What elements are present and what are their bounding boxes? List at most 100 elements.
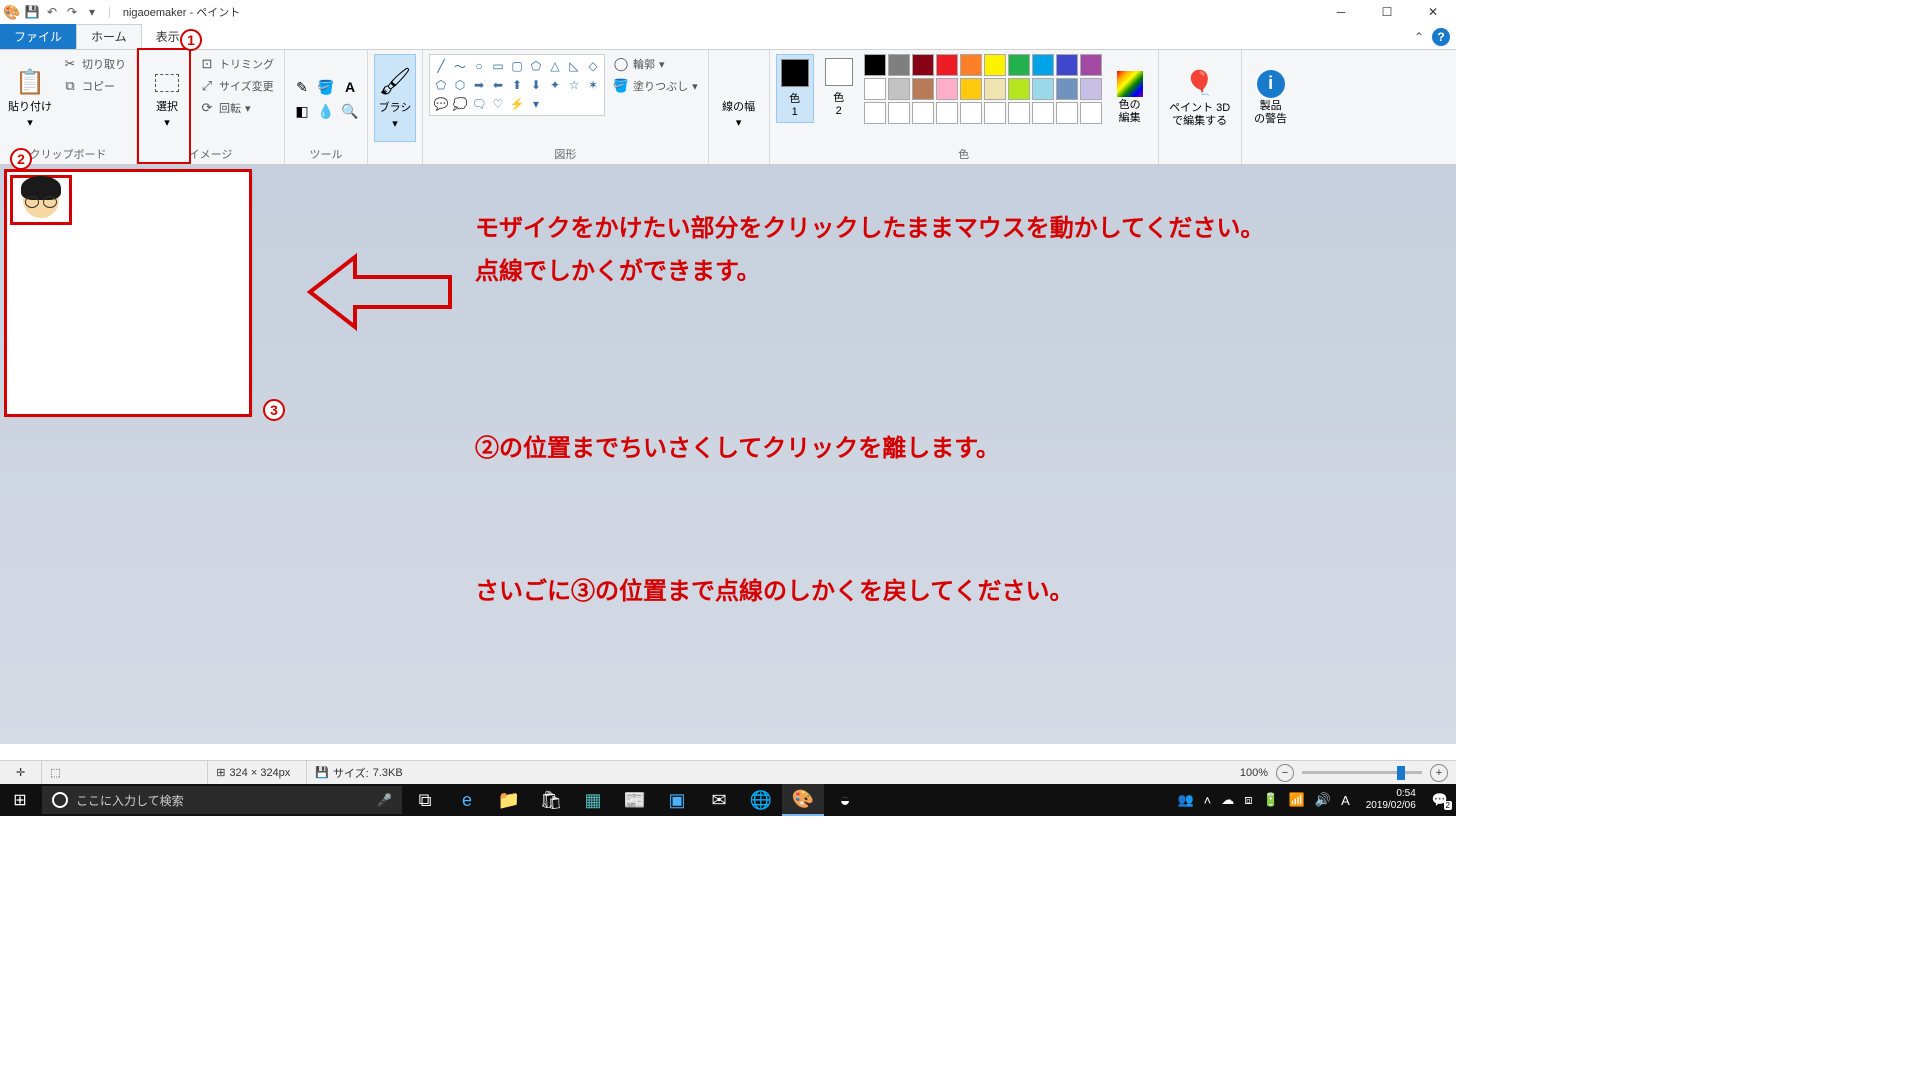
maximize-button[interactable]: ☐ <box>1364 0 1410 24</box>
color-swatch[interactable] <box>936 54 958 76</box>
outline-button[interactable]: ◯輪郭▾ <box>609 54 702 74</box>
tab-home[interactable]: ホーム <box>76 24 142 49</box>
edit-colors-button[interactable]: 色の 編集 <box>1108 54 1152 142</box>
color-swatch[interactable] <box>1080 78 1102 100</box>
save-icon[interactable]: 💾 <box>24 4 40 20</box>
help-icon[interactable]: ? <box>1432 28 1450 46</box>
color-swatch[interactable] <box>1080 54 1102 76</box>
paint3d-button[interactable]: 🎈 ペイント 3D で編集する <box>1165 54 1235 142</box>
shape-more[interactable]: ▾ <box>527 95 545 113</box>
color-swatch[interactable] <box>1056 54 1078 76</box>
shape-5star[interactable]: ☆ <box>565 76 583 94</box>
start-button[interactable]: ⊞ <box>0 784 40 816</box>
color-swatch-empty[interactable] <box>912 102 934 124</box>
color-swatch[interactable] <box>1008 54 1030 76</box>
color-swatch-empty[interactable] <box>864 102 886 124</box>
color-swatch[interactable] <box>936 78 958 100</box>
photos-icon[interactable]: ▣ <box>656 784 698 816</box>
text-tool[interactable]: A <box>339 76 361 98</box>
rotate-button[interactable]: ⟳回転▾ <box>195 98 278 118</box>
picker-tool[interactable]: 💧 <box>315 100 337 122</box>
explorer-icon[interactable]: 📁 <box>488 784 530 816</box>
people-icon[interactable]: 👥 <box>1177 792 1193 808</box>
shape-rarrow[interactable]: ➡ <box>470 76 488 94</box>
edge-icon[interactable]: e <box>446 784 488 816</box>
paste-button[interactable]: 📋 貼り付け ▾ <box>6 54 54 142</box>
paint-taskbar-icon[interactable]: 🎨 <box>782 784 824 816</box>
color1-slot[interactable]: 色 1 <box>776 54 814 123</box>
wifi-icon[interactable]: 📶 <box>1289 792 1305 808</box>
shape-roundrect[interactable]: ▢ <box>508 57 526 75</box>
close-button[interactable]: ✕ <box>1410 0 1456 24</box>
magnifier-tool[interactable]: 🔍 <box>339 100 361 122</box>
color-swatch[interactable] <box>1008 78 1030 100</box>
clock[interactable]: 0:54 2019/02/06 <box>1360 788 1422 812</box>
color-swatch[interactable] <box>1032 54 1054 76</box>
store-icon[interactable]: 🛍 <box>530 784 572 816</box>
shape-oval[interactable]: ○ <box>470 57 488 75</box>
chrome-icon[interactable]: 🌐 <box>740 784 782 816</box>
dropbox-icon[interactable]: ⧈ <box>1244 792 1252 808</box>
shape-polygon[interactable]: ⬠ <box>527 57 545 75</box>
shape-uarrow[interactable]: ⬆ <box>508 76 526 94</box>
color-swatch-empty[interactable] <box>1056 102 1078 124</box>
zoom-out-button[interactable]: − <box>1276 764 1294 782</box>
notification-icon[interactable]: 💬2 <box>1432 792 1448 808</box>
shapes-gallery[interactable]: ╱ 〜 ○ ▭ ▢ ⬠ △ ◺ ◇ ⬠ ⬡ ➡ ⬅ ⬆ ⬇ ✦ ☆ <box>429 54 605 116</box>
select-button[interactable]: 選択 ▾ <box>143 54 191 142</box>
shape-larrow[interactable]: ⬅ <box>489 76 507 94</box>
app-icon-1[interactable]: ▦ <box>572 784 614 816</box>
shape-heart[interactable]: ♡ <box>489 95 507 113</box>
volume-icon[interactable]: 🔊 <box>1315 792 1331 808</box>
shape-curve[interactable]: 〜 <box>451 57 469 75</box>
shape-line[interactable]: ╱ <box>432 57 450 75</box>
task-view-button[interactable]: ⧉ <box>404 784 446 816</box>
eraser-tool[interactable]: ◧ <box>291 100 313 122</box>
minimize-button[interactable]: ─ <box>1318 0 1364 24</box>
copy-button[interactable]: ⧉コピー <box>58 76 130 96</box>
color-swatch[interactable] <box>888 54 910 76</box>
zoom-slider[interactable] <box>1302 771 1422 774</box>
ime-icon[interactable]: A <box>1341 793 1350 808</box>
color-swatch-empty[interactable] <box>1080 102 1102 124</box>
tab-file[interactable]: ファイル <box>0 24 76 49</box>
battery-icon[interactable]: 🔋 <box>1263 792 1279 808</box>
canvas-area[interactable]: 3 モザイクをかけたい部分をクリックしたままマウスを動かしてください。点線でしか… <box>0 165 1456 744</box>
tray-expand-icon[interactable]: ˄ <box>1204 793 1212 808</box>
shape-callout1[interactable]: 💬 <box>432 95 450 113</box>
mic-icon[interactable]: 🎤 <box>377 793 392 807</box>
color-swatch[interactable] <box>960 54 982 76</box>
resize-button[interactable]: ⤢サイズ変更 <box>195 76 278 96</box>
news-icon[interactable]: 📰 <box>614 784 656 816</box>
shape-4star[interactable]: ✦ <box>546 76 564 94</box>
color-swatch[interactable] <box>1056 78 1078 100</box>
color-swatch[interactable] <box>864 54 886 76</box>
brush-button[interactable]: 🖌 ブラシ ▾ <box>374 54 416 142</box>
shape-pentagon[interactable]: ⬠ <box>432 76 450 94</box>
color-swatch[interactable] <box>912 54 934 76</box>
color-swatch-empty[interactable] <box>888 102 910 124</box>
qat-dropdown-icon[interactable]: ▾ <box>84 4 100 20</box>
color-swatch-empty[interactable] <box>984 102 1006 124</box>
canvas[interactable] <box>6 171 250 415</box>
shape-rect[interactable]: ▭ <box>489 57 507 75</box>
shape-triangle[interactable]: △ <box>546 57 564 75</box>
color2-slot[interactable]: 色 2 <box>820 54 858 121</box>
color-swatch-empty[interactable] <box>1032 102 1054 124</box>
color-swatch-empty[interactable] <box>936 102 958 124</box>
color-swatch[interactable] <box>960 78 982 100</box>
shape-rtriangle[interactable]: ◺ <box>565 57 583 75</box>
color-swatch[interactable] <box>888 78 910 100</box>
fill-tool[interactable]: 🪣 <box>315 76 337 98</box>
shape-lightning[interactable]: ⚡ <box>508 95 526 113</box>
shape-hexagon[interactable]: ⬡ <box>451 76 469 94</box>
mail-icon[interactable]: ✉ <box>698 784 740 816</box>
shape-6star[interactable]: ✶ <box>584 76 602 94</box>
shape-diamond[interactable]: ◇ <box>584 57 602 75</box>
redo-icon[interactable]: ↷ <box>64 4 80 20</box>
color-swatch[interactable] <box>984 78 1006 100</box>
search-box[interactable]: ここに入力して検索 🎤 <box>42 786 402 814</box>
color-swatch[interactable] <box>984 54 1006 76</box>
shape-darrow[interactable]: ⬇ <box>527 76 545 94</box>
cut-button[interactable]: ✂切り取り <box>58 54 130 74</box>
